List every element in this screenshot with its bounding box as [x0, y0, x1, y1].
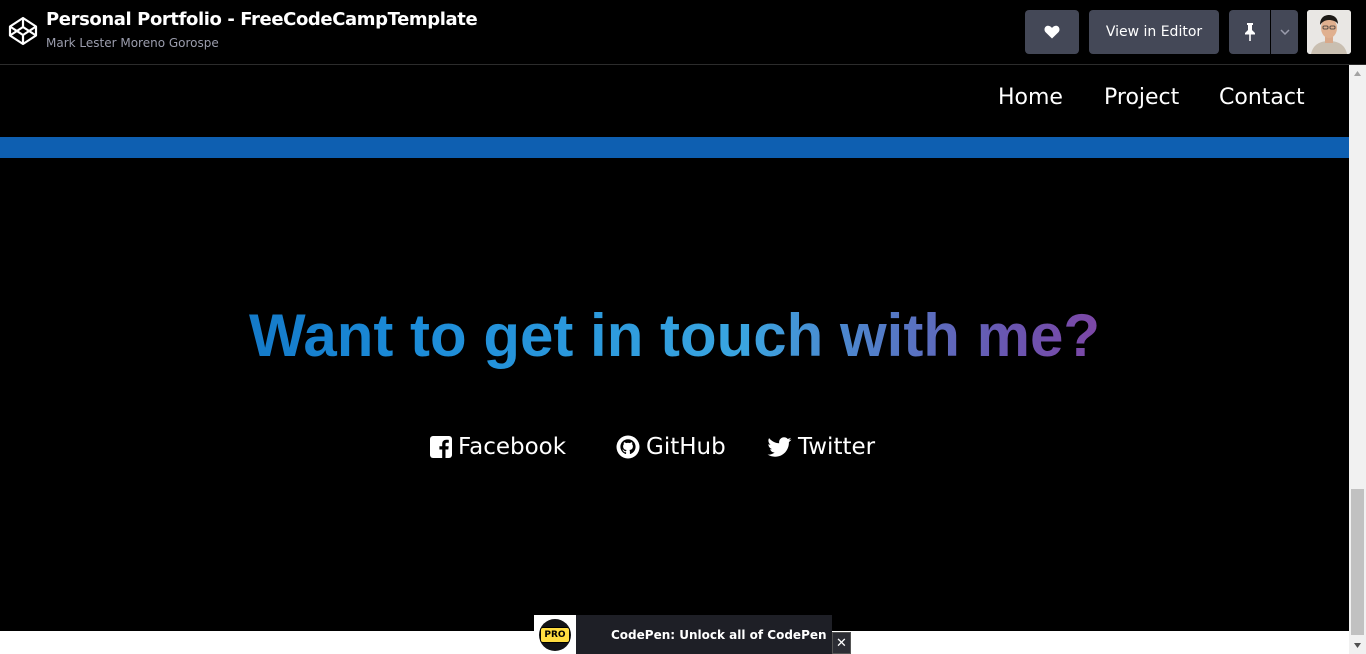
- github-label: GitHub: [646, 434, 726, 460]
- twitter-link[interactable]: Twitter: [767, 429, 875, 465]
- chevron-down-icon: [1279, 29, 1290, 35]
- pin-menu-button[interactable]: [1271, 10, 1298, 54]
- pro-label: PRO: [540, 626, 570, 643]
- pro-badge: PRO: [534, 615, 576, 654]
- avatar[interactable]: [1307, 10, 1351, 54]
- scrollbar-thumb[interactable]: [1351, 489, 1364, 635]
- close-promo-button[interactable]: ✕: [832, 632, 851, 654]
- accent-bar: [0, 137, 1349, 158]
- nav-home-link[interactable]: Home: [998, 85, 1063, 110]
- facebook-icon: [430, 436, 452, 458]
- heart-button[interactable]: [1025, 10, 1079, 54]
- codepen-header: Personal Portfolio - FreeCodeCampTemplat…: [0, 0, 1366, 65]
- nav-project-link[interactable]: Project: [1104, 85, 1179, 110]
- codepen-logo-icon[interactable]: [8, 16, 38, 46]
- vertical-scrollbar[interactable]: [1349, 65, 1366, 654]
- heart-icon: [1044, 25, 1060, 39]
- promo-text[interactable]: CodePen: Unlock all of CodePen: [611, 628, 827, 642]
- pro-badge-circle: PRO: [539, 618, 571, 651]
- nav-contact-link[interactable]: Contact: [1219, 85, 1305, 110]
- facebook-link[interactable]: Facebook: [430, 429, 566, 465]
- pen-author[interactable]: Mark Lester Moreno Gorospe: [46, 36, 219, 50]
- user-avatar-image: [1307, 10, 1351, 54]
- scroll-up-arrow-icon[interactable]: [1349, 65, 1366, 82]
- pin-button[interactable]: [1229, 10, 1270, 54]
- pen-title[interactable]: Personal Portfolio - FreeCodeCampTemplat…: [46, 9, 478, 30]
- contact-heading: Want to get in touch with me?: [0, 301, 1349, 370]
- view-in-editor-button[interactable]: View in Editor: [1089, 10, 1219, 54]
- pro-promo-banner[interactable]: PRO CodePen: Unlock all of CodePen: [534, 615, 832, 654]
- twitter-icon: [767, 436, 792, 457]
- scroll-down-arrow-icon[interactable]: [1349, 637, 1366, 654]
- github-link[interactable]: GitHub: [616, 429, 726, 465]
- facebook-label: Facebook: [458, 434, 567, 460]
- site-navbar: Home Project Contact: [0, 65, 1349, 137]
- pen-preview: Home Project Contact Want to get in touc…: [0, 65, 1349, 631]
- twitter-label: Twitter: [798, 434, 876, 460]
- github-icon: [616, 435, 640, 459]
- pin-icon: [1244, 23, 1255, 41]
